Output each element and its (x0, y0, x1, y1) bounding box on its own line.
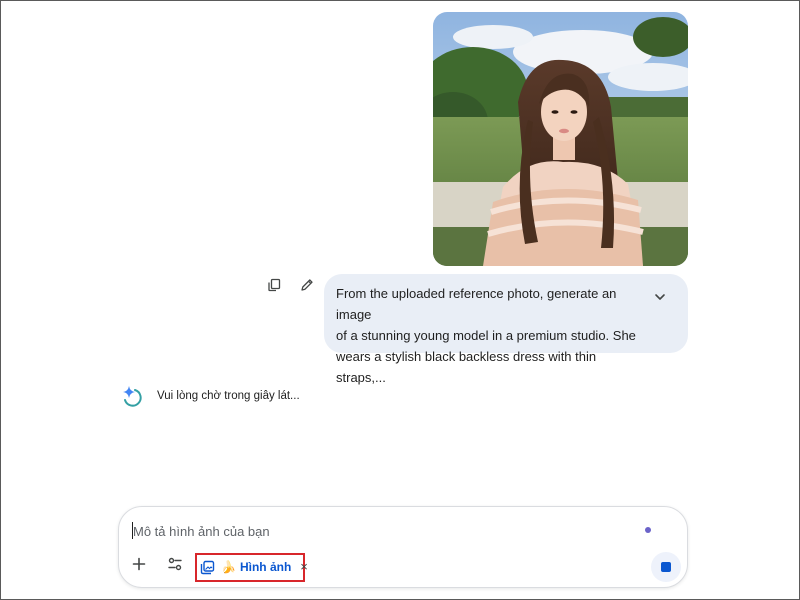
pencil-icon (300, 278, 314, 297)
remove-chip-button[interactable]: × (300, 559, 308, 575)
app-window: From the uploaded reference photo, gener… (0, 0, 800, 600)
assistant-status-text: Vui lòng chờ trong giây lát... (157, 390, 300, 402)
add-attachment-button[interactable] (127, 554, 151, 578)
edit-prompt-button[interactable] (297, 277, 317, 297)
prompt-composer: 🍌 Hình ảnh × (118, 506, 688, 588)
chevron-down-icon (654, 288, 666, 306)
assistant-response: Vui lòng chờ trong giây lát... (121, 384, 300, 408)
banana-icon: 🍌 (221, 560, 236, 574)
user-prompt-text: From the uploaded reference photo, gener… (336, 286, 636, 385)
tools-button[interactable] (163, 554, 187, 578)
copy-prompt-button[interactable] (264, 277, 284, 297)
copy-icon (267, 278, 281, 297)
image-mode-label: Hình ảnh (239, 560, 292, 574)
image-mode-chip[interactable]: 🍌 Hình ảnh × (199, 555, 308, 579)
user-prompt-bubble: From the uploaded reference photo, gener… (324, 274, 688, 385)
plus-icon (132, 557, 146, 576)
status-dot (645, 527, 651, 533)
stop-generation-button[interactable] (651, 552, 681, 582)
gemini-spark-icon (121, 384, 145, 408)
image-gallery-icon (199, 559, 215, 575)
stop-icon (661, 562, 671, 572)
tools-icon (167, 556, 183, 577)
prompt-input[interactable] (133, 521, 613, 541)
expand-prompt-button[interactable] (652, 289, 668, 305)
uploaded-reference-photo[interactable] (433, 12, 688, 266)
text-caret (132, 522, 133, 539)
